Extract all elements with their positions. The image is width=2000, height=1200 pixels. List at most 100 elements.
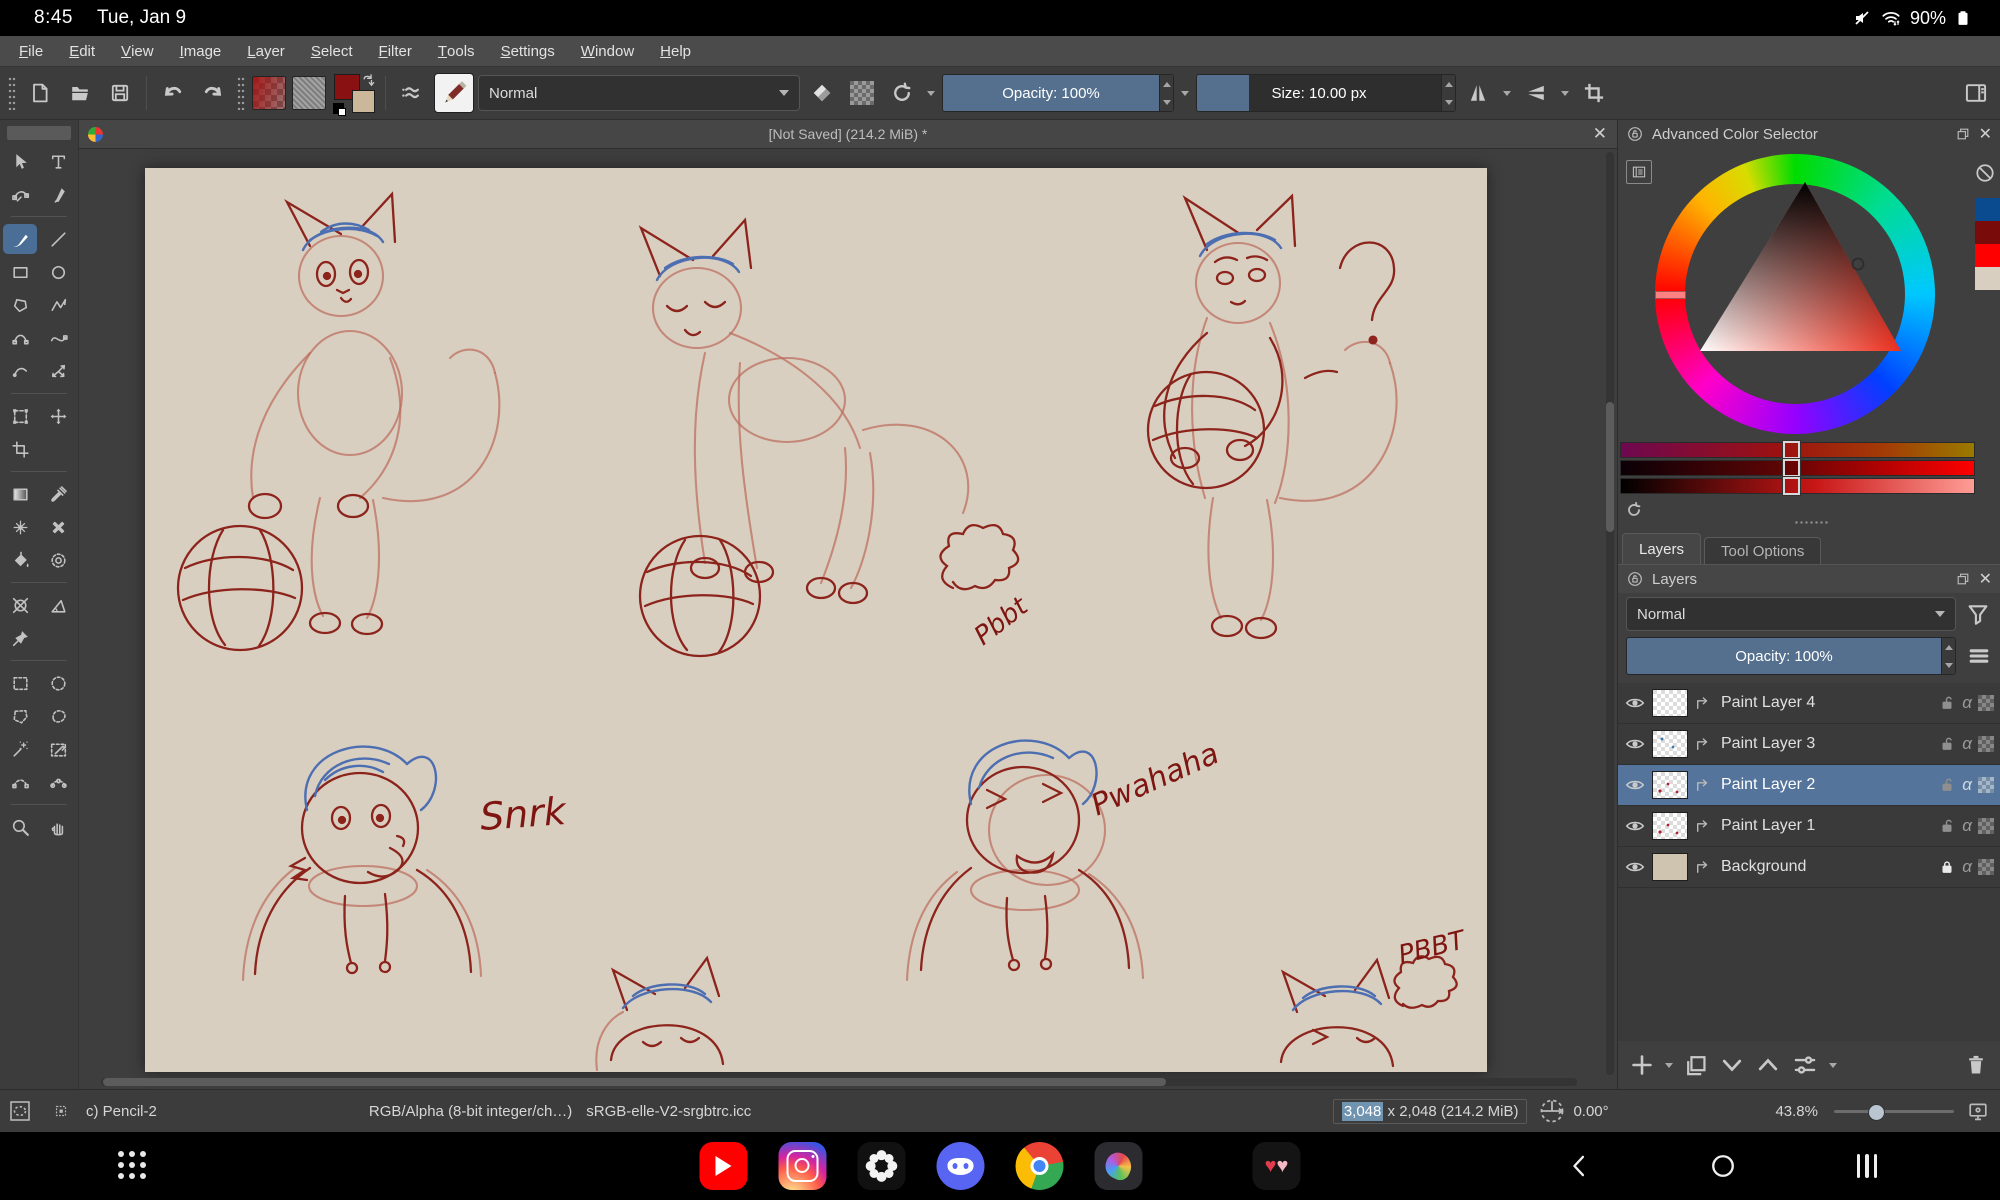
tool-polygonal-selection[interactable] (3, 701, 37, 731)
layer-properties-button[interactable] (1788, 1045, 1822, 1085)
app-instagram[interactable] (779, 1142, 827, 1190)
opacity-slider[interactable]: Opacity: 100% (942, 74, 1174, 112)
menu-view[interactable]: View (108, 36, 167, 66)
docker-resize-handle[interactable] (1794, 520, 1828, 526)
tool-calligraphy[interactable] (41, 179, 75, 209)
inherit-alpha-icon[interactable]: α (1962, 816, 1972, 836)
layer-name[interactable]: Paint Layer 2 (1721, 776, 1932, 794)
layer-opacity-slider[interactable]: Opacity: 100% (1626, 637, 1956, 675)
toolbar-drag-handle[interactable] (237, 76, 245, 110)
tool-transform[interactable] (3, 401, 37, 431)
save-button[interactable] (102, 73, 138, 113)
hue-slider[interactable] (1620, 442, 1975, 458)
layer-lock-icon[interactable] (1938, 776, 1956, 794)
tool-freehand-selection[interactable] (41, 701, 75, 731)
tool-freehand-brush[interactable] (3, 224, 37, 254)
alpha-lock-icon[interactable] (1978, 818, 1994, 834)
layer-row-paint-layer-1[interactable]: Paint Layer 1 α (1618, 806, 2000, 847)
inherit-alpha-icon[interactable]: α (1962, 857, 1972, 877)
inherit-alpha-icon[interactable]: α (1962, 693, 1972, 713)
layer-lock-icon[interactable] (1938, 858, 1956, 876)
new-document-button[interactable] (22, 73, 58, 113)
size-spinner[interactable] (1441, 75, 1455, 111)
layer-name[interactable]: Paint Layer 4 (1721, 694, 1932, 712)
no-color-icon[interactable] (1974, 162, 1996, 184)
layer-lock-icon[interactable] (1938, 694, 1956, 712)
app-runescape[interactable]: RSOLD SCHOOL (1174, 1142, 1222, 1190)
eraser-mode-button[interactable] (804, 73, 840, 113)
tool-line[interactable] (41, 224, 75, 254)
size-slider[interactable]: Size: 10.00 px (1196, 74, 1456, 112)
app-hearts[interactable]: ♥♥ (1253, 1142, 1301, 1190)
selection-mode-icon[interactable] (8, 1099, 32, 1123)
nav-home-button[interactable] (1706, 1132, 1740, 1200)
menu-filter[interactable]: Filter (366, 36, 425, 66)
chevron-down-icon[interactable] (1561, 91, 1569, 96)
layer-thumbnail[interactable] (1652, 730, 1688, 758)
layer-visibility-icon[interactable] (1624, 733, 1646, 755)
tool-elliptical-selection[interactable] (41, 668, 75, 698)
layer-row-background[interactable]: Backgroundα (1618, 847, 2000, 888)
menu-tools[interactable]: Tools (425, 36, 488, 66)
move-layer-down-button[interactable] (1716, 1045, 1748, 1085)
layer-style-icon[interactable] (1694, 736, 1711, 753)
fit-screen-icon[interactable] (1966, 1099, 1990, 1123)
layer-thumbnail[interactable] (1652, 853, 1688, 881)
tool-assistants[interactable] (3, 590, 37, 620)
tool-zoom[interactable] (3, 812, 37, 842)
layer-thumbnail[interactable] (1652, 771, 1688, 799)
layer-name[interactable]: Paint Layer 1 (1721, 817, 1932, 835)
tab-tool-options[interactable]: Tool Options (1704, 537, 1821, 564)
menu-window[interactable]: Window (568, 36, 647, 66)
color-selector-settings-icon[interactable] (1626, 160, 1652, 184)
canvas-document[interactable]: Pbbt (145, 168, 1487, 1072)
layer-blending-mode-select[interactable]: Normal (1626, 597, 1956, 631)
refresh-colors-icon[interactable] (1624, 500, 1644, 520)
color-history-swatch[interactable] (1975, 267, 2000, 290)
canvas-artwork[interactable]: Pbbt (145, 168, 1487, 1072)
layer-style-icon[interactable] (1694, 859, 1711, 876)
reload-preset-button[interactable] (884, 73, 920, 113)
slider-handle[interactable] (1783, 477, 1800, 495)
alpha-lock-icon[interactable] (1978, 736, 1994, 752)
layer-row-paint-layer-2[interactable]: Paint Layer 2α (1618, 765, 2000, 806)
layer-visibility-icon[interactable] (1624, 774, 1646, 796)
menu-settings[interactable]: Settings (488, 36, 568, 66)
lock-docker-icon[interactable] (1626, 125, 1644, 143)
app-paint[interactable] (1095, 1142, 1143, 1190)
chevron-down-icon[interactable] (1503, 91, 1511, 96)
chevron-down-icon[interactable] (1829, 1063, 1837, 1068)
layer-name[interactable]: Paint Layer 3 (1721, 735, 1932, 753)
delete-layer-button[interactable] (1960, 1045, 1992, 1085)
add-layer-button[interactable] (1626, 1045, 1658, 1085)
tool-text[interactable] (41, 146, 75, 176)
tool-color-selection[interactable] (41, 734, 75, 764)
slider-handle[interactable] (1783, 459, 1800, 477)
gradient-chooser-button[interactable] (251, 73, 287, 113)
canvas-rotation[interactable]: 0.00° (1573, 1103, 1625, 1120)
alpha-lock-icon[interactable] (1978, 695, 1994, 711)
menu-image[interactable]: Image (167, 36, 235, 66)
app-youtube[interactable] (700, 1142, 748, 1190)
layer-lock-icon[interactable] (1938, 735, 1956, 753)
zoom-level[interactable]: 43.8% (1775, 1103, 1818, 1120)
color-history-swatch[interactable] (1975, 244, 2000, 267)
layer-row-paint-layer-4[interactable]: Paint Layer 4 α (1618, 683, 2000, 724)
slider-handle[interactable] (1783, 441, 1800, 459)
tool-polyline[interactable] (41, 290, 75, 320)
color-history-swatch[interactable] (1975, 198, 2000, 221)
pattern-chooser-button[interactable] (291, 73, 327, 113)
layer-thumbnail[interactable] (1652, 812, 1688, 840)
tool-dynamic-brush[interactable] (3, 356, 37, 386)
layer-visibility-icon[interactable] (1624, 692, 1646, 714)
tool-gradient[interactable] (3, 479, 37, 509)
brush-blending-mode-select[interactable]: Normal (478, 75, 800, 111)
tool-edit-shapes[interactable] (3, 179, 37, 209)
app-discord[interactable] (937, 1142, 985, 1190)
chevron-down-icon[interactable] (1181, 91, 1189, 96)
tool-similar-color-selection[interactable] (3, 734, 37, 764)
menu-help[interactable]: Help (647, 36, 704, 66)
trim-canvas-button[interactable] (1576, 73, 1612, 113)
move-layer-up-button[interactable] (1752, 1045, 1784, 1085)
tool-patch[interactable] (41, 512, 75, 542)
